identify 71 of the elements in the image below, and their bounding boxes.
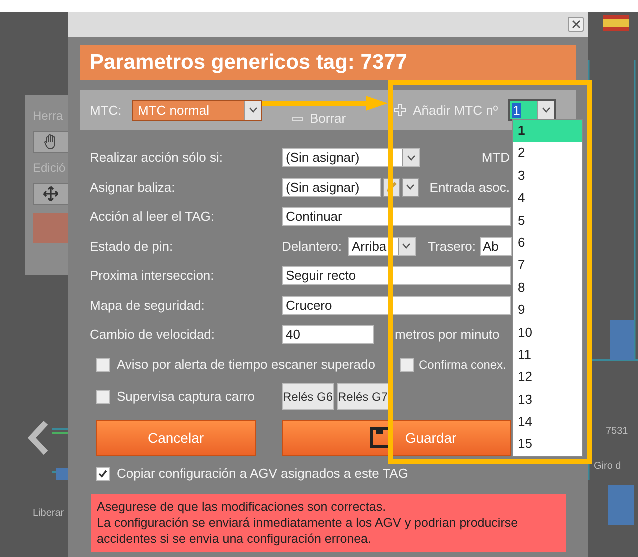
select-field[interactable]: (Sin asignar) [282,148,420,168]
flag-icon[interactable] [603,15,629,31]
checkbox-option[interactable]: Copiar configuración a AGV asignados a este TAG [80,462,576,484]
warning-message: Asegurese de que las modificaciones son correctas. La configuración se enviará inmediatamente a los AGV y podrian producirse accidentes si se envia una configuración erronea. [91,494,566,552]
dropdown-option[interactable]: 9 [513,299,582,322]
field-label: Acción al leer el TAG: [90,209,216,224]
front-label: Delantero: [282,238,342,254]
dialog-header: Parametros genericos tag: 7377 [80,45,576,80]
side-label: MTD [482,150,511,166]
check-icon [98,468,108,478]
dropdown-option[interactable]: 11 [513,344,582,366]
dropdown-option[interactable]: 4 [513,187,582,210]
dropdown-option[interactable]: 5 [513,210,582,232]
speed-field[interactable]: 40 [282,325,374,344]
caret-icon [402,243,412,250]
move-icon [43,186,59,202]
map-drawing [52,428,68,480]
field-label: Cambio de velocidad: [90,327,216,342]
text-field[interactable]: Crucero [282,296,511,315]
dropdown-option[interactable]: 10 [513,322,582,344]
minus-icon [292,114,304,122]
side-label: Entrada asoc. [430,180,511,195]
hand-tool-button[interactable] [33,131,68,153]
checkbox-option[interactable]: Confirma conex. [400,358,506,372]
field-label: Mapa de seguridad: [90,298,206,313]
caret-icon [406,154,416,161]
caret-icon [248,107,258,113]
close-button[interactable] [568,17,584,32]
map-label: Giro d [594,461,622,472]
field-label: Realizar acción sólo si: [90,150,224,166]
checkbox-option[interactable]: Supervisa captura carro [96,389,282,404]
field-label: Estado de pin: [90,238,174,254]
rear-label: Trasero: [428,238,476,254]
dropdown-option[interactable]: 2 [513,142,582,165]
hand-icon [44,134,58,150]
relay-button[interactable]: Relés G7 [337,383,389,410]
dropdown-option[interactable]: 8 [513,276,582,300]
unit-label: metros por minuto [395,327,500,342]
color-swatch[interactable] [33,213,68,243]
dropdown-option[interactable]: 13 [513,388,582,412]
chevron-left-icon[interactable] [28,420,50,456]
caret-icon [406,184,415,190]
map-label: 7531 [606,426,628,437]
dropdown-option[interactable]: 15 [513,433,582,456]
dropdown-option[interactable]: 7 [513,254,582,277]
number-select[interactable]: 1 [508,99,556,121]
front-select[interactable]: Arriba [348,236,416,256]
checkbox[interactable] [96,390,110,404]
dropdown-option[interactable]: 14 [513,411,582,434]
plus-icon [394,104,408,116]
select-field[interactable]: (Sin asignar) [282,178,381,197]
dropdown-option[interactable]: 12 [513,366,582,389]
rear-select[interactable]: Ab [480,236,512,256]
checkbox[interactable] [96,358,110,372]
checkbox-option[interactable]: Aviso por alerta de tiempo escaner superado [96,357,400,372]
move-tool-button[interactable] [33,183,68,205]
dropdown-option[interactable]: 6 [513,232,582,254]
dropdown-option[interactable]: 1 [513,120,582,142]
field-label: Proxima interseccion: [90,268,216,284]
checkbox[interactable] [400,358,414,372]
text-field[interactable]: Seguir recto [282,266,511,286]
text-field[interactable]: Continuar [282,207,511,226]
mtc-label: MTC: [90,102,123,118]
map-label: Liberar [33,508,64,519]
caret-icon [542,107,551,113]
dropdown-option[interactable]: 3 [513,164,582,188]
checkbox[interactable] [96,466,110,480]
field-label: Asignar baliza: [90,180,176,195]
relay-button[interactable]: Relés G6 [282,383,334,410]
close-icon [572,20,580,29]
dropdown-button[interactable] [402,178,419,197]
